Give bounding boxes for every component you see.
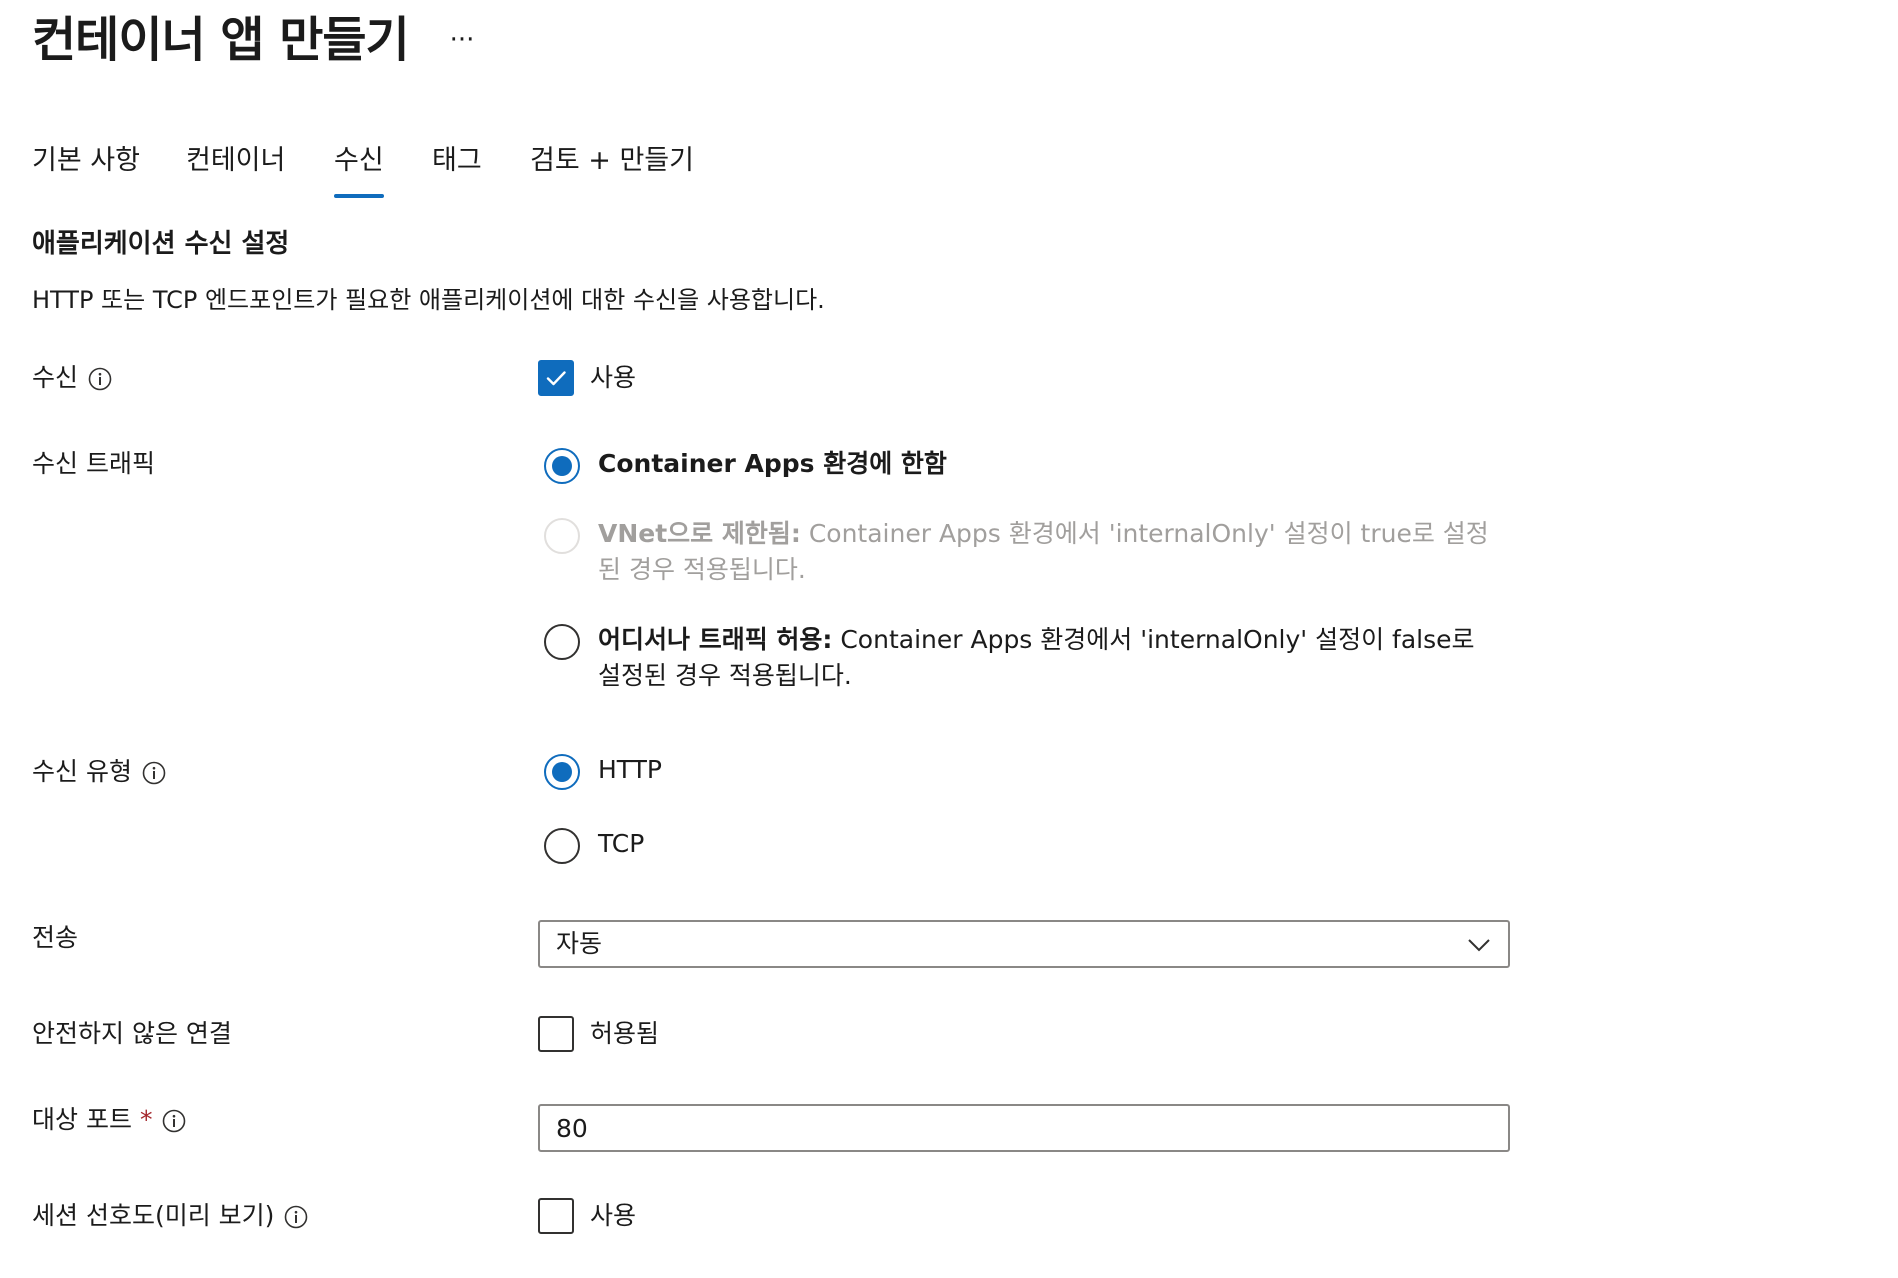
session-affinity-label-row: 세션 선호도(미리 보기): [32, 1198, 308, 1234]
traffic-option-vnet: VNet으로 제한됨: Container Apps 환경에서 'interna…: [544, 516, 1504, 588]
traffic-vnet-text: VNet으로 제한됨: Container Apps 환경에서 'interna…: [598, 516, 1504, 588]
tab-tags[interactable]: 태그: [432, 140, 482, 182]
ingress-type-http-radio[interactable]: [544, 754, 580, 790]
checkmark-icon: [546, 371, 566, 386]
traffic-anywhere-title: 어디서나 트래픽 허용:: [598, 625, 833, 654]
ingress-type-label-row: 수신 유형: [32, 754, 166, 790]
more-options-button[interactable]: ···: [442, 22, 482, 58]
ingress-enabled-checkbox[interactable]: [538, 360, 574, 396]
traffic-vnet-radio: [544, 518, 580, 554]
traffic-option-environment: Container Apps 환경에 한함: [544, 446, 1504, 484]
target-port-input[interactable]: [538, 1104, 1510, 1152]
target-port-label-row: 대상 포트 *: [32, 1102, 186, 1138]
ingress-type-label: 수신 유형: [32, 757, 132, 786]
traffic-anywhere-text: 어디서나 트래픽 허용: Container Apps 환경에서 'intern…: [598, 622, 1504, 694]
ingress-type-http-label: HTTP: [598, 755, 662, 784]
section-description: HTTP 또는 TCP 엔드포인트가 필요한 애플리케이션에 대한 수신을 사용…: [32, 286, 825, 314]
insecure-connections-row: 허용됨: [538, 1014, 659, 1054]
insecure-connections-label: 안전하지 않은 연결: [32, 1019, 232, 1048]
traffic-environment-text: Container Apps 환경에 한함: [598, 446, 1504, 482]
transport-dropdown-value: 자동: [556, 929, 603, 958]
ingress-enabled-row: 사용: [538, 358, 636, 398]
info-icon[interactable]: [284, 1203, 308, 1229]
tab-label: 검토 + 만들기: [530, 145, 694, 176]
session-affinity-label: 세션 선호도(미리 보기): [32, 1201, 275, 1230]
insecure-connections-checkbox[interactable]: [538, 1016, 574, 1052]
tab-label: 수신: [334, 145, 384, 176]
session-affinity-row: 사용: [538, 1196, 636, 1236]
ingress-label-row: 수신: [32, 360, 112, 396]
target-port-label: 대상 포트: [32, 1105, 132, 1134]
tab-label: 기본 사항: [32, 145, 140, 176]
ingress-enabled-label: 사용: [590, 363, 637, 392]
traffic-option-anywhere: 어디서나 트래픽 허용: Container Apps 환경에서 'intern…: [544, 622, 1504, 694]
tab-review-create[interactable]: 검토 + 만들기: [530, 140, 694, 182]
info-icon[interactable]: [162, 1107, 186, 1133]
tab-ingress[interactable]: 수신: [334, 140, 384, 198]
info-icon[interactable]: [142, 759, 166, 785]
transport-label: 전송: [32, 923, 79, 952]
session-affinity-checkbox[interactable]: [538, 1198, 574, 1234]
ingress-type-option-tcp: TCP: [544, 826, 1504, 864]
required-indicator: *: [139, 1105, 153, 1134]
traffic-environment-radio[interactable]: [544, 448, 580, 484]
chevron-down-icon: [1468, 939, 1490, 952]
page-title: 컨테이너 앱 만들기: [32, 12, 410, 68]
ingress-type-tcp-label: TCP: [598, 829, 645, 858]
ingress-traffic-label: 수신 트래픽: [32, 449, 155, 478]
section-title: 애플리케이션 수신 설정: [32, 229, 290, 259]
ingress-type-tcp-radio[interactable]: [544, 828, 580, 864]
tab-label: 태그: [432, 145, 482, 176]
traffic-environment-title: Container Apps 환경에 한함: [598, 449, 947, 478]
session-affinity-option-label: 사용: [590, 1201, 637, 1230]
insecure-connections-option-label: 허용됨: [590, 1019, 660, 1048]
traffic-vnet-title: VNet으로 제한됨:: [598, 519, 801, 548]
tab-basics[interactable]: 기본 사항: [32, 140, 140, 182]
selected-tab-indicator: [334, 194, 384, 198]
transport-dropdown[interactable]: 자동: [538, 920, 1510, 968]
tab-label: 컨테이너: [186, 145, 286, 176]
traffic-anywhere-radio[interactable]: [544, 624, 580, 660]
info-icon[interactable]: [88, 365, 112, 391]
ingress-type-option-http: HTTP: [544, 752, 1504, 790]
ingress-label: 수신: [32, 363, 79, 392]
tab-container[interactable]: 컨테이너: [186, 140, 285, 182]
